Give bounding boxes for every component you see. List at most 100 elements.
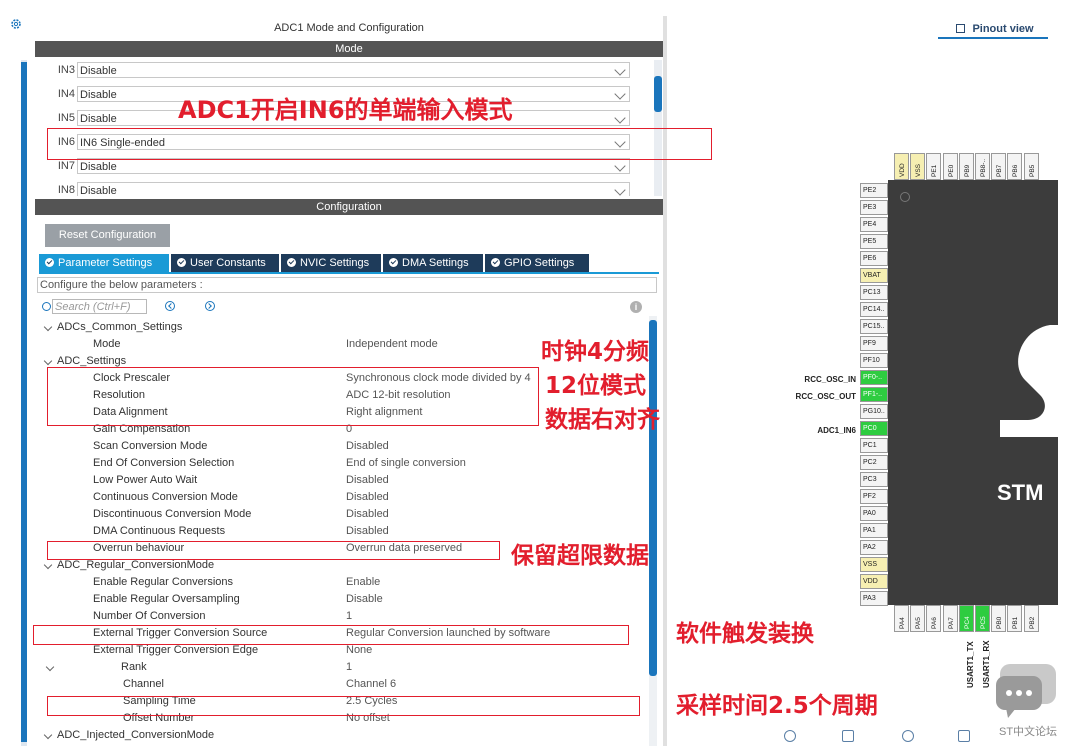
pin-label: PC5 (980, 616, 987, 629)
pin-pa3[interactable]: PA3 (860, 591, 888, 606)
param-value[interactable]: 1 (346, 659, 352, 676)
chevron-down-icon[interactable] (43, 560, 53, 570)
pin-pf0[interactable]: PF0-.. (860, 370, 888, 385)
tree-group[interactable]: Rank 1 (35, 659, 645, 676)
pin-pe1[interactable]: PE1 (926, 153, 942, 180)
param-value[interactable]: Disabled (346, 506, 389, 523)
pin-vdd[interactable]: VDD (894, 153, 909, 180)
table-row[interactable]: Enable Regular Oversampling Disable (35, 591, 645, 608)
annotation-trigger: 软件触发装换 (676, 621, 814, 647)
pin-label: PA3 (863, 595, 876, 602)
annotation-in6: ADC1开启IN6的单端输入模式 (178, 96, 513, 124)
pin-pa7[interactable]: PA7 (942, 605, 958, 632)
mode-scrollbar-thumb[interactable] (654, 76, 662, 112)
chevron-down-icon[interactable] (45, 662, 55, 672)
pin-vdd[interactable]: VDD (860, 574, 888, 589)
pin1-marker (900, 192, 910, 202)
param-value[interactable]: 1 (346, 608, 352, 625)
left-scrollbar-thumb[interactable] (21, 62, 27, 742)
pin-pb5[interactable]: PB5 (1023, 153, 1039, 180)
pin-pe0[interactable]: PE0 (942, 153, 958, 180)
pin-vbat[interactable]: VBAT (860, 268, 888, 283)
pin-pb8[interactable]: PB8-.. (975, 153, 990, 180)
pin-pc15[interactable]: PC15.. (860, 319, 888, 334)
st-logo (1000, 325, 1060, 437)
param-value[interactable]: Independent mode (346, 336, 438, 353)
pin-pf2[interactable]: PF2 (860, 489, 888, 504)
pin-pb7[interactable]: PB7 (991, 153, 1007, 180)
pin-pe4[interactable]: PE4 (860, 217, 888, 232)
param-value[interactable]: Disabled (346, 472, 389, 489)
chip-label: STM (997, 480, 1044, 505)
zoom-out-icon[interactable] (902, 730, 914, 742)
pin-pc14[interactable]: PC14.. (860, 302, 888, 317)
pinout-view-button[interactable]: Pinout view (940, 20, 1050, 38)
pin-pa4[interactable]: PA4 (894, 605, 909, 632)
table-row[interactable]: Continuous Conversion Mode Disabled (35, 489, 645, 506)
pin-pc13[interactable]: PC13 (860, 285, 888, 300)
pin-pa5[interactable]: PA5 (910, 605, 926, 632)
param-value[interactable]: End of single conversion (346, 455, 466, 472)
pin-pe5[interactable]: PE5 (860, 234, 888, 249)
pin-label: VDD (899, 163, 906, 177)
highlight-clock-resolution-alignment (47, 367, 539, 426)
pin-pa2[interactable]: PA2 (860, 540, 888, 555)
table-row[interactable]: Enable Regular Conversions Enable (35, 574, 645, 591)
pin-pa6[interactable]: PA6 (926, 605, 942, 632)
table-row[interactable]: Discontinuous Conversion Mode Disabled (35, 506, 645, 523)
pin-pf10[interactable]: PF10 (860, 353, 888, 368)
param-name: Scan Conversion Mode (93, 440, 208, 452)
gear-icon[interactable] (10, 18, 22, 30)
fit-icon[interactable] (842, 730, 854, 742)
pin-pe6[interactable]: PE6 (860, 251, 888, 266)
param-name: Mode (93, 338, 121, 350)
pin-pe2[interactable]: PE2 (860, 183, 888, 198)
pin-pb2[interactable]: PB2 (1023, 605, 1039, 632)
table-row[interactable]: Channel Channel 6 (35, 676, 645, 693)
tree-group[interactable]: ADC_Injected_ConversionMode (35, 727, 645, 744)
pin-pa0[interactable]: PA0 (860, 506, 888, 521)
pin-pc1[interactable]: PC1 (860, 438, 888, 453)
pin-pg10[interactable]: PG10.. (860, 404, 888, 419)
chevron-down-icon[interactable] (43, 356, 53, 366)
param-name: Enable Regular Conversions (93, 576, 234, 588)
pin-vss[interactable]: VSS (910, 153, 926, 180)
highlight-sampling-time (47, 696, 640, 716)
table-row[interactable]: End Of Conversion Selection End of single… (35, 455, 645, 472)
param-name: ADCs_Common_Settings (57, 321, 183, 333)
pin-pf9[interactable]: PF9 (860, 336, 888, 351)
pin-pf1[interactable]: PF1-.. (860, 387, 888, 402)
pin-pc2[interactable]: PC2 (860, 455, 888, 470)
param-name: Rank (121, 661, 147, 673)
pin-pc4[interactable]: PC4 (958, 605, 974, 632)
chevron-down-icon[interactable] (43, 730, 53, 740)
zoom-in-icon[interactable] (784, 730, 796, 742)
panel-divider[interactable] (663, 16, 667, 746)
signal-usart1-rx: USART1_RX (982, 640, 991, 688)
pin-pb0[interactable]: PB0 (991, 605, 1007, 632)
param-value[interactable]: Channel 6 (346, 676, 396, 693)
pin-pc0[interactable]: PC0 (860, 421, 888, 436)
param-value[interactable]: Disabled (346, 438, 389, 455)
table-row[interactable]: Low Power Auto Wait Disabled (35, 472, 645, 489)
pin-pb1[interactable]: PB1 (1007, 605, 1023, 632)
pin-pb6[interactable]: PB6 (1007, 153, 1023, 180)
pin-label: PC15.. (863, 323, 885, 330)
pin-pb9[interactable]: PB9 (958, 153, 974, 180)
pin-vss[interactable]: VSS (860, 557, 888, 572)
table-row[interactable]: Scan Conversion Mode Disabled (35, 438, 645, 455)
chevron-down-icon[interactable] (43, 322, 53, 332)
param-value[interactable]: Disabled (346, 523, 389, 540)
export-icon[interactable] (958, 730, 970, 742)
pin-pc5[interactable]: PC5 (975, 605, 990, 632)
param-value[interactable]: Disable (346, 591, 383, 608)
param-value[interactable]: Enable (346, 574, 380, 591)
table-row[interactable]: Number Of Conversion 1 (35, 608, 645, 625)
pin-pc3[interactable]: PC3 (860, 472, 888, 487)
param-name: Enable Regular Oversampling (93, 593, 240, 605)
pin-pe3[interactable]: PE3 (860, 200, 888, 215)
config-scrollbar-thumb[interactable] (649, 320, 657, 676)
pin-label: PG10.. (863, 408, 885, 415)
pin-pa1[interactable]: PA1 (860, 523, 888, 538)
param-value[interactable]: Disabled (346, 489, 389, 506)
